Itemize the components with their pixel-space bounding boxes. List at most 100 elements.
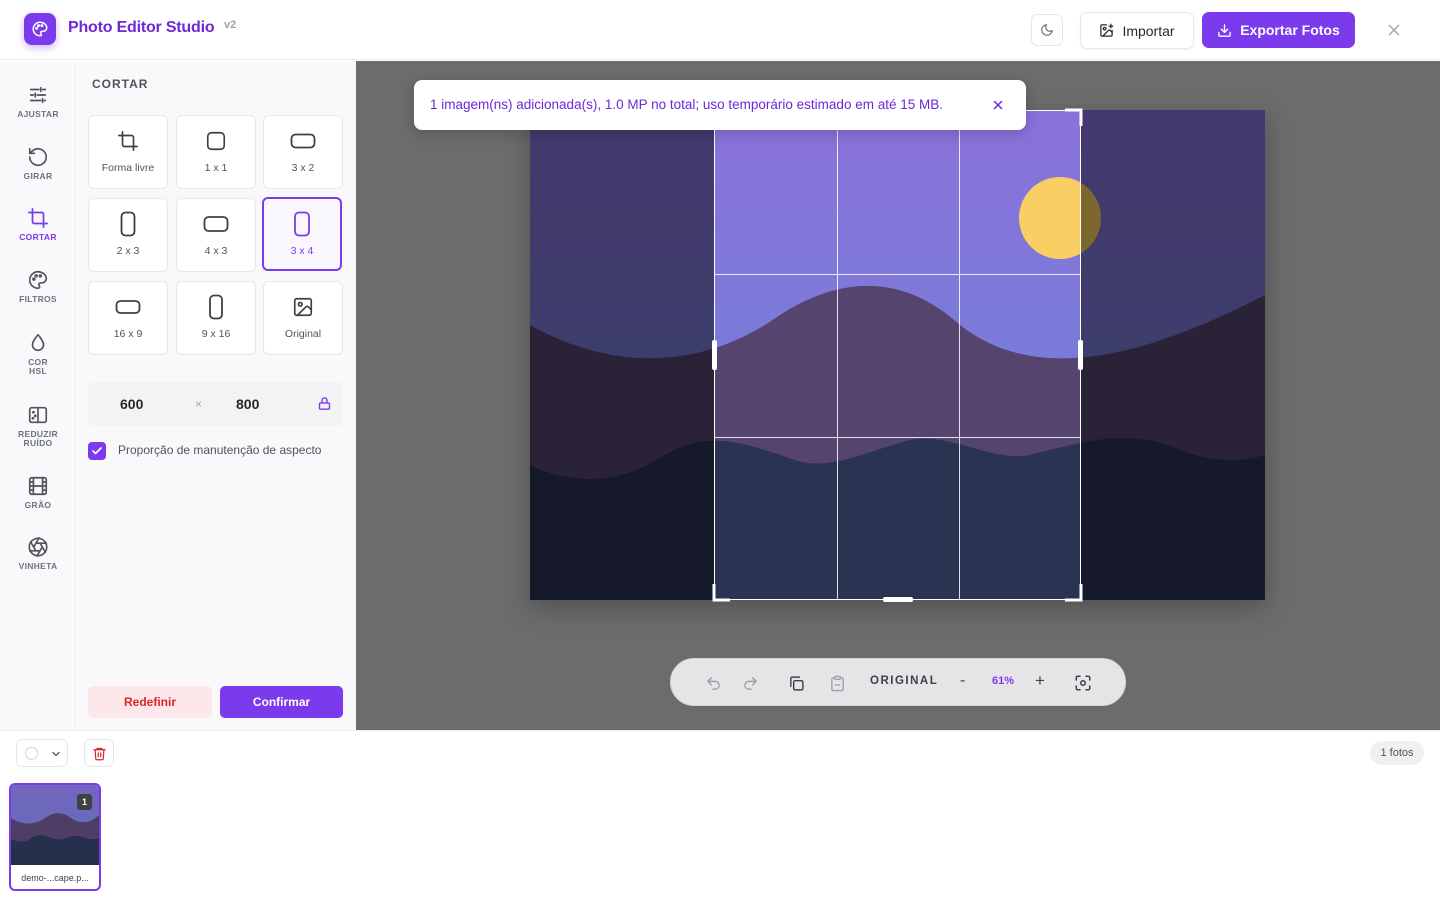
rail-item-vinheta[interactable]: VINHETA [0, 535, 76, 571]
chevron-down-icon [52, 751, 60, 757]
undo-button[interactable] [701, 671, 725, 695]
ratio-option-2x3[interactable]: 2 x 3 [88, 198, 168, 272]
rail-label: GRÃO [24, 500, 52, 510]
confirm-button[interactable]: Confirmar [220, 686, 343, 718]
copy-button[interactable] [784, 671, 808, 695]
close-editor-button[interactable] [1382, 18, 1406, 42]
rail-item-cortar[interactable]: CORTAR [0, 206, 76, 242]
export-photos-button[interactable]: Exportar Fotos [1202, 12, 1355, 48]
app-header: Photo Editor Studio v2 Importar Exportar… [0, 0, 1440, 60]
fit-screen-button[interactable] [1071, 671, 1095, 695]
trash-icon [92, 747, 106, 760]
theme-toggle-button[interactable] [1031, 14, 1063, 46]
moon-icon [1041, 24, 1053, 36]
crop-edge-handle-left[interactable] [712, 340, 717, 370]
zoom-out-button[interactable]: - [960, 672, 965, 690]
crop-width-input[interactable]: 600 [120, 396, 143, 412]
rail-item-girar[interactable]: GIRAR [0, 145, 76, 181]
image-icon [264, 295, 342, 319]
crop-height-input[interactable]: 800 [236, 396, 259, 412]
palette-icon [26, 268, 50, 292]
rail-item-grao[interactable]: GRÃO [0, 474, 76, 510]
rotate-icon [26, 145, 50, 169]
delete-button[interactable] [84, 739, 114, 767]
thumbnail-index-badge: 1 [77, 794, 92, 810]
tool-rail: AJUSTAR GIRAR CORTAR FILTROS COR HSL RED… [0, 61, 76, 730]
palette-logo-icon [32, 21, 48, 37]
crop-icon [89, 129, 167, 153]
ratio-option-16x9[interactable]: 16 x 9 [88, 281, 168, 355]
select-all-dropdown[interactable] [16, 739, 68, 767]
panel-title: CORTAR [92, 77, 149, 91]
export-label: Exportar Fotos [1240, 22, 1340, 38]
redo-button[interactable] [738, 671, 762, 695]
rail-item-reduzir-ruido[interactable]: REDUZIR RUÍDO [0, 403, 76, 448]
rail-label: CORTAR [19, 232, 57, 242]
square-icon [177, 129, 255, 153]
reset-button[interactable]: Redefinir [88, 686, 212, 718]
crop-grid-line [959, 111, 960, 599]
crop-dimensions: 600 × 800 [88, 382, 343, 426]
crop-panel: CORTAR Forma livre 1 x 1 3 x 2 2 x 3 4 x… [77, 61, 356, 730]
ratio-option-4x3[interactable]: 4 x 3 [176, 198, 256, 272]
rail-label: AJUSTAR [17, 109, 59, 119]
keep-aspect-checkbox[interactable] [88, 442, 106, 460]
photo-thumbnail[interactable]: 1 demo-...cape.p... [9, 783, 101, 891]
crop-edge-handle-right[interactable] [1078, 340, 1083, 370]
original-button[interactable]: ORIGINAL [870, 675, 938, 687]
image-plus-icon [1100, 23, 1114, 37]
crop-grid-line [715, 437, 1080, 438]
focus-frame-icon [1075, 675, 1091, 691]
notification-toast: 1 imagem(ns) adicionada(s), 1.0 MP no to… [414, 80, 1026, 130]
clipboard-icon [830, 675, 844, 691]
ratio-option-original[interactable]: Original [263, 281, 343, 355]
droplet-icon [26, 331, 50, 355]
ratio-label: 1 x 1 [204, 162, 228, 174]
aperture-icon [26, 535, 50, 559]
portrait-rect-icon [89, 211, 167, 237]
ratio-option-free[interactable]: Forma livre [88, 115, 168, 189]
crop-grid-line [837, 111, 838, 599]
landscape-rect-icon [264, 129, 342, 153]
rail-label: COR HSL [28, 358, 48, 376]
app-version: v2 [224, 19, 237, 31]
crop-corner-handle-bottom-right[interactable] [1063, 582, 1083, 602]
ratio-option-1x1[interactable]: 1 x 1 [176, 115, 256, 189]
import-button[interactable]: Importar [1080, 12, 1194, 49]
paste-button[interactable] [825, 671, 849, 695]
crop-corner-handle-bottom-left[interactable] [712, 582, 732, 602]
ratio-option-3x4[interactable]: 3 x 4 [262, 197, 342, 271]
app-title: Photo Editor Studio [68, 19, 215, 36]
import-label: Importar [1122, 22, 1175, 39]
crop-icon [26, 206, 50, 230]
close-icon [1388, 24, 1400, 36]
rail-label-line: HSL [29, 366, 47, 376]
rail-item-cor-hsl[interactable]: COR HSL [0, 331, 76, 376]
photo-strip: 1 fotos 1 demo-...cape.p... [0, 730, 1440, 900]
zoom-in-button[interactable]: + [1035, 671, 1045, 691]
ratio-label: Original [284, 328, 322, 340]
download-icon [1218, 23, 1232, 37]
landscape-rect-icon [89, 295, 167, 319]
toast-close-button[interactable] [989, 96, 1007, 114]
crop-edge-handle-bottom[interactable] [883, 597, 913, 602]
rail-label: VINHETA [18, 561, 58, 571]
rail-label: REDUZIR RUÍDO [18, 430, 58, 448]
editor-canvas: 1 imagem(ns) adicionada(s), 1.0 MP no to… [356, 61, 1440, 730]
crop-grid-line [715, 274, 1080, 275]
rail-item-ajustar[interactable]: AJUSTAR [0, 83, 76, 119]
app-logo [24, 13, 56, 45]
ratio-option-3x2[interactable]: 3 x 2 [263, 115, 343, 189]
ratio-label: 16 x 9 [113, 328, 143, 340]
portrait-rect-icon [264, 211, 340, 237]
ratio-label: Forma livre [101, 162, 155, 174]
select-checkbox[interactable] [25, 747, 38, 760]
crop-corner-handle-top-right[interactable] [1063, 108, 1083, 128]
lock-icon[interactable] [315, 394, 333, 412]
ratio-label: 2 x 3 [116, 245, 140, 257]
rail-item-filtros[interactable]: FILTROS [0, 268, 76, 304]
rail-label: GIRAR [23, 171, 53, 181]
crop-selection-box[interactable] [712, 108, 1083, 602]
film-icon [26, 474, 50, 498]
ratio-option-9x16[interactable]: 9 x 16 [176, 281, 256, 355]
